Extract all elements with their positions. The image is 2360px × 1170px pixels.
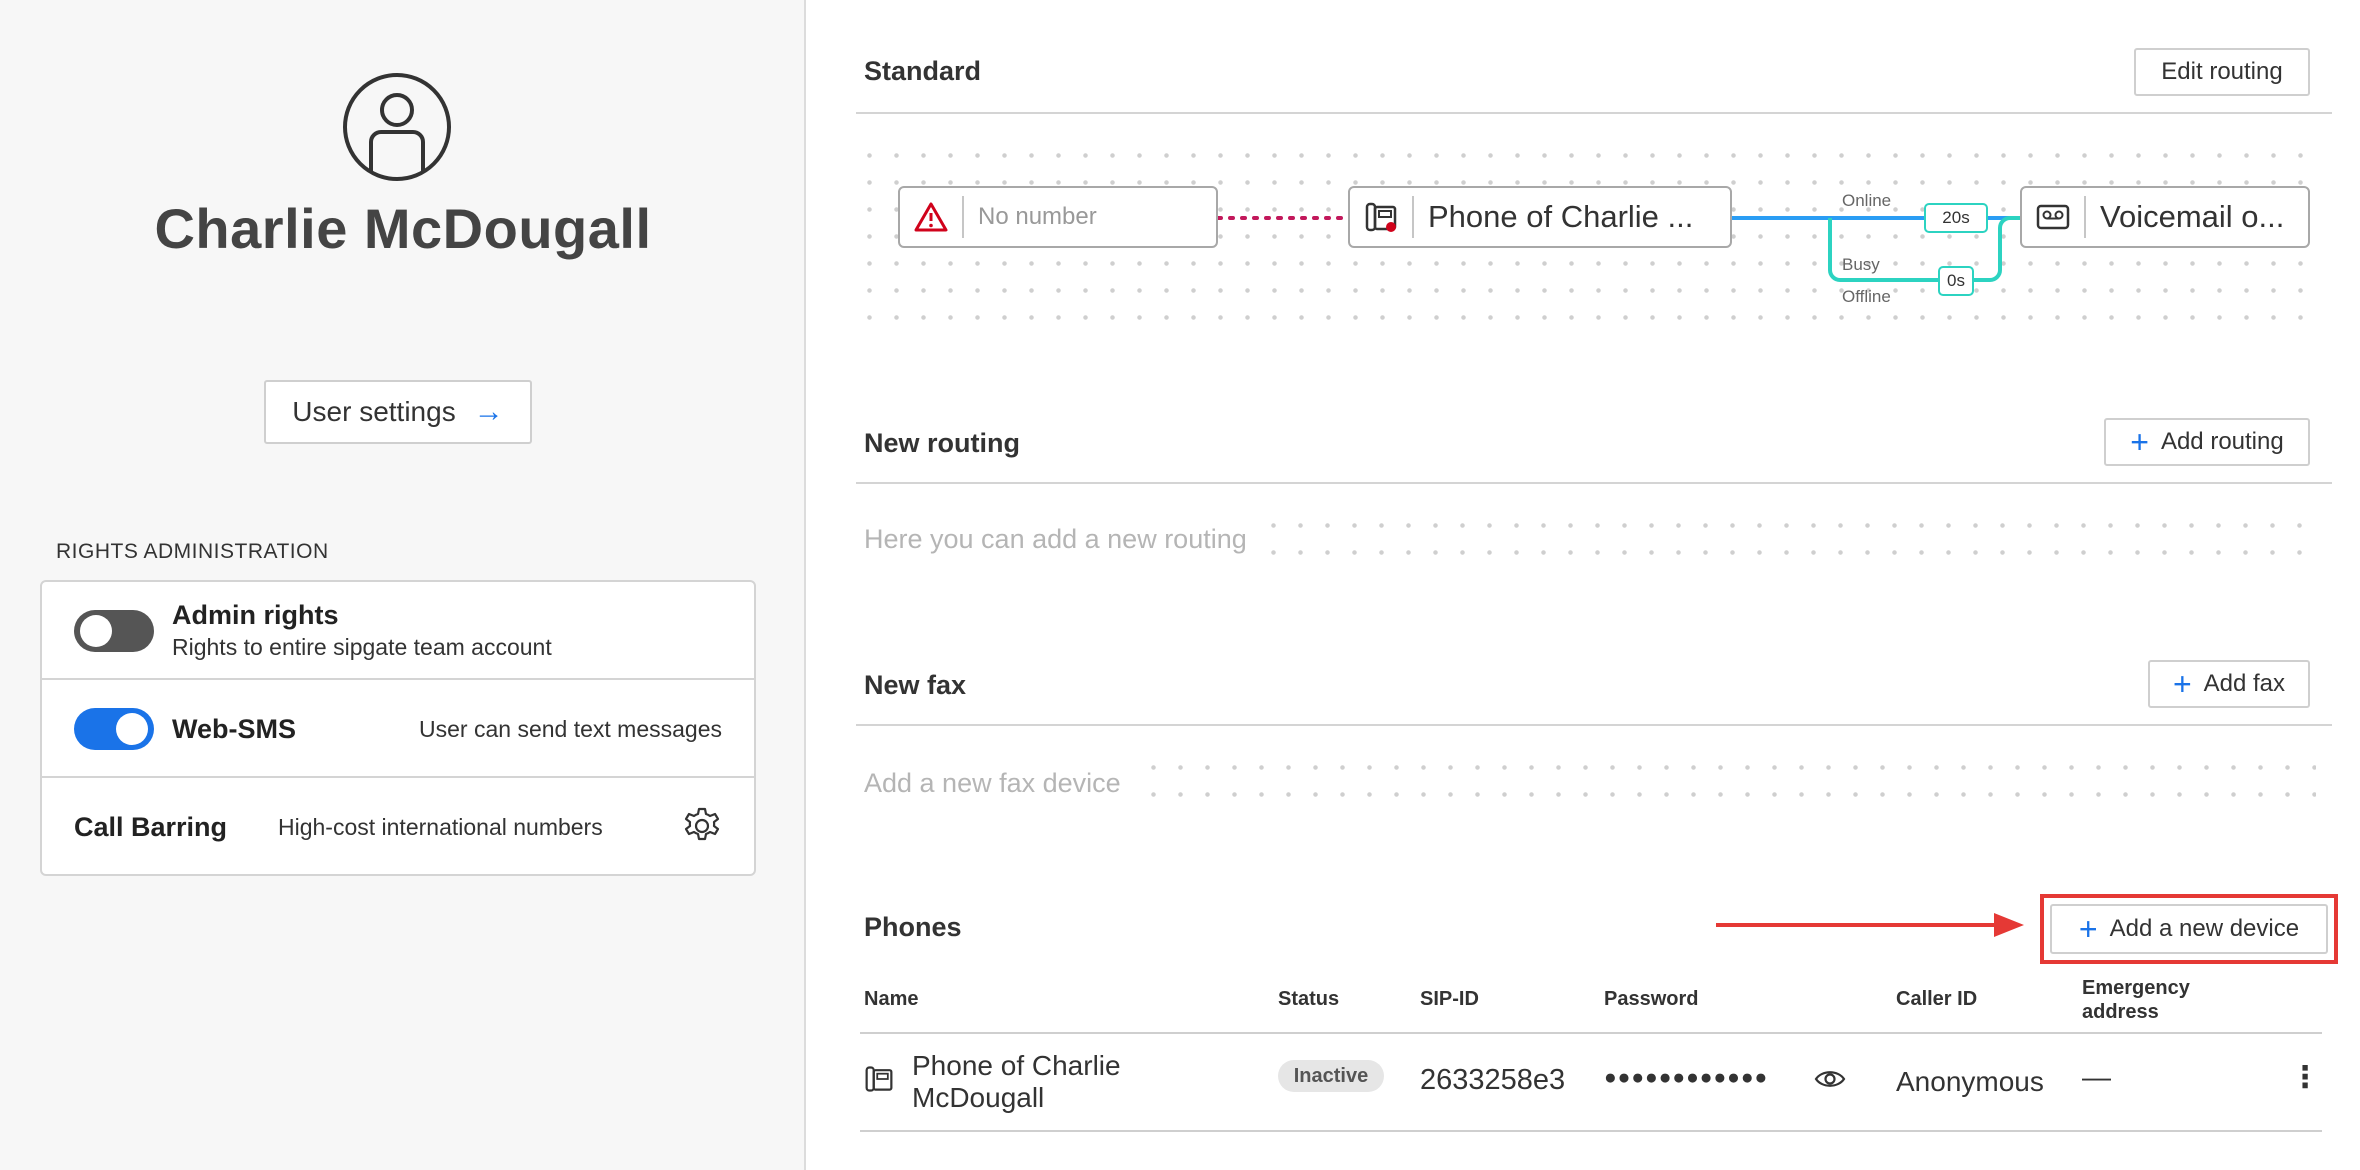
add-new-device-label: Add a new device (2109, 915, 2300, 942)
new-routing-title: New routing (864, 428, 1020, 458)
phone-name-line1: Phone of Charlie (912, 1050, 1121, 1081)
user-name: Charlie McDougall (154, 197, 652, 260)
add-new-device-button[interactable]: + Add a new device (2050, 904, 2328, 954)
call-barring-title: Call Barring (74, 812, 228, 842)
user-settings-button[interactable]: User settings → (264, 380, 532, 444)
plus-icon: + (2130, 424, 2149, 460)
rights-administration-heading: RIGHTS ADMINISTRATION (56, 540, 329, 563)
new-fax-title: New fax (864, 670, 967, 700)
table-header-divider (860, 1032, 2322, 1034)
arrow-right-icon: → (473, 395, 504, 428)
add-routing-button[interactable]: + Add routing (2104, 418, 2310, 466)
websms-toggle[interactable] (74, 708, 154, 750)
new-fax-placeholder: Add a new fax device (864, 768, 1135, 799)
new-fax-grid (1140, 754, 2316, 814)
gear-icon[interactable] (682, 806, 722, 846)
admin-rights-title: Admin rights (172, 600, 339, 630)
password-cell: ●●●●●●●●●●●● (1604, 1066, 1769, 1089)
desk-phone-icon-cell (1350, 196, 1414, 238)
add-fax-button[interactable]: + Add fax (2148, 660, 2310, 708)
phone-name-line2: McDougall (912, 1082, 1045, 1113)
status-badge: Inactive (1278, 1060, 1384, 1092)
user-settings-label: User settings (292, 396, 456, 427)
desk-phone-icon (865, 1066, 893, 1092)
user-avatar-icon (343, 73, 451, 181)
column-header-name: Name (864, 988, 919, 1010)
offline-label: Offline (1842, 287, 1891, 306)
caller-id-cell: Anonymous (1896, 1066, 2044, 1097)
column-header-status: Status (1278, 988, 1340, 1010)
voicemail-icon-cell (2022, 196, 2086, 238)
voicemail-node-label: Voicemail o... (2100, 199, 2285, 234)
plus-icon: + (2078, 911, 2098, 947)
call-barring-row: Call Barring High-cost international num… (42, 778, 754, 876)
new-routing-divider (856, 482, 2332, 484)
toggle-knob (80, 615, 112, 647)
sip-id-cell: 2633258e3 (1420, 1064, 1566, 1096)
column-header-password: Password (1604, 988, 1699, 1010)
add-routing-label: Add routing (2160, 428, 2284, 455)
phone-name-cell: Phone of Charlie McDougall (912, 1050, 1121, 1114)
admin-rights-row: Admin rights Rights to entire sipgate te… (42, 582, 754, 680)
plus-icon: + (2172, 666, 2192, 702)
admin-rights-description: Rights to entire sipgate team account (172, 634, 552, 660)
busy-time-badge[interactable]: 0s (1938, 266, 1974, 296)
new-fax-divider (856, 724, 2332, 726)
emergency-header-line2: address (2082, 1001, 2159, 1023)
annotation-arrow-icon (1716, 913, 2024, 937)
add-fax-label: Add fax (2203, 670, 2286, 697)
emergency-header-line1: Emergency (2082, 977, 2190, 999)
online-label: Online (1842, 191, 1892, 210)
edit-routing-button[interactable]: Edit routing (2134, 48, 2310, 96)
new-routing-grid (1260, 512, 2316, 572)
admin-rights-toggle[interactable] (74, 610, 154, 652)
standard-routing-title: Standard (864, 56, 982, 86)
no-number-node[interactable]: No number (898, 186, 1218, 248)
phone-node-label: Phone of Charlie ... (1428, 199, 1694, 234)
voicemail-icon (2036, 204, 2070, 230)
websms-row: Web-SMS User can send text messages (42, 680, 754, 778)
column-header-sip-id: SIP-ID (1420, 988, 1479, 1010)
call-barring-description: High-cost international numbers (278, 814, 603, 840)
warning-icon-cell (900, 196, 964, 238)
column-header-emergency-address: Emergency address (2082, 976, 2190, 1024)
voicemail-node[interactable]: Voicemail o... (2020, 186, 2310, 248)
websms-title: Web-SMS (172, 714, 297, 744)
edit-routing-label: Edit routing (2161, 58, 2283, 85)
more-options-icon[interactable]: ⋮ (2290, 1060, 2320, 1095)
table-row-divider (860, 1130, 2322, 1132)
standard-divider (856, 112, 2332, 114)
phone-node[interactable]: Phone of Charlie ... (1348, 186, 1732, 248)
column-header-caller-id: Caller ID (1896, 988, 1978, 1010)
emergency-address-cell: — (2082, 1062, 2111, 1094)
new-routing-placeholder: Here you can add a new routing (864, 524, 1261, 555)
toggle-knob (116, 713, 148, 745)
eye-icon[interactable] (1814, 1068, 1846, 1090)
warning-icon (914, 202, 948, 232)
desk-phone-icon (1365, 202, 1397, 232)
online-time-badge[interactable]: 20s (1924, 203, 1988, 233)
user-profile-panel: Charlie McDougall User settings → RIGHTS… (0, 0, 806, 1170)
websms-description: User can send text messages (419, 716, 722, 742)
no-number-label: No number (978, 203, 1097, 230)
rights-card: Admin rights Rights to entire sipgate te… (40, 580, 756, 876)
busy-label: Busy (1842, 255, 1880, 274)
phones-title: Phones (864, 912, 962, 942)
